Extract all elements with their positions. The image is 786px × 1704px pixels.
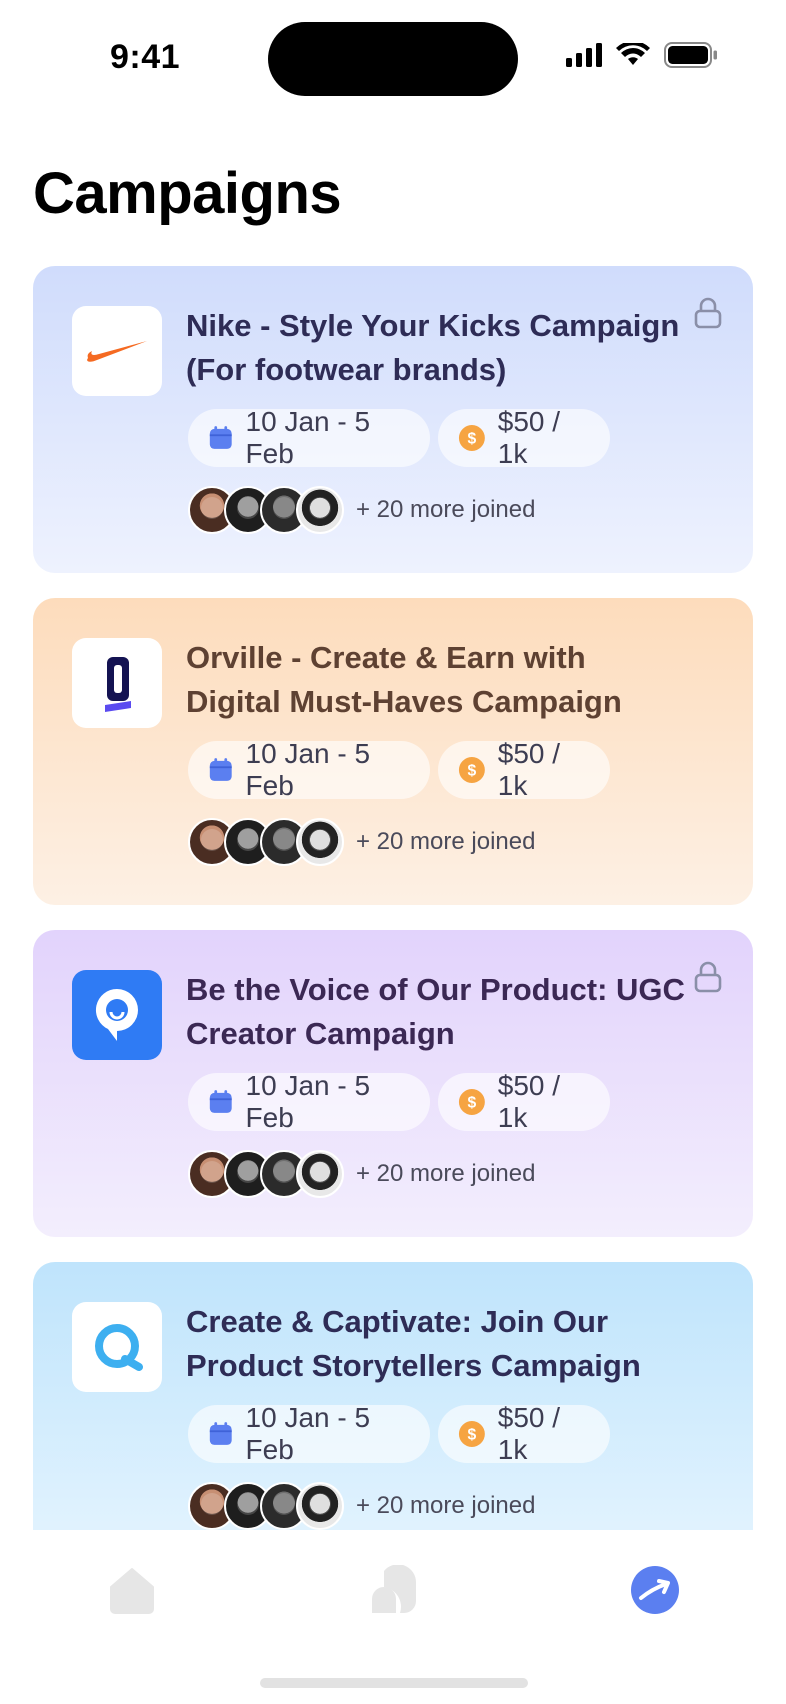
- lock-icon: [694, 961, 722, 993]
- svg-text:$: $: [468, 431, 477, 448]
- campaign-title: Orville - Create & Earn with Digital Mus…: [186, 640, 622, 719]
- chat-icon[interactable]: [368, 1565, 418, 1615]
- avatar: [296, 1482, 344, 1530]
- campaign-title: Nike - Style Your Kicks Campaign (For fo…: [186, 308, 680, 387]
- q-logo: [72, 1302, 162, 1392]
- price-rate: $50 / 1k: [497, 738, 561, 801]
- campaign-title: Be the Voice of Our Product: UGC Creator…: [186, 972, 685, 1051]
- price-pill: $ $50 / 1k: [438, 406, 610, 469]
- date-range: 10 Jan - 5 Feb: [245, 1070, 371, 1133]
- wifi-icon: [616, 43, 650, 65]
- date-range: 10 Jan - 5 Feb: [245, 1402, 371, 1465]
- date-range: 10 Jan - 5 Feb: [245, 406, 371, 469]
- date-range: 10 Jan - 5 Feb: [245, 738, 371, 801]
- joined-avatars: + 20 more joined: [188, 818, 535, 866]
- campaign-title: Create & Captivate: Join Our Product Sto…: [186, 1304, 641, 1383]
- page-title: Campaigns: [33, 161, 342, 226]
- joined-count: + 20 more joined: [356, 496, 536, 523]
- joined-count: + 20 more joined: [356, 1160, 536, 1187]
- campaigns-icon[interactable]: [630, 1565, 680, 1615]
- joined-count: + 20 more joined: [356, 1492, 536, 1519]
- nike-logo: [72, 306, 162, 396]
- svg-text:$: $: [468, 763, 477, 780]
- date-pill: 10 Jan - 5 Feb: [188, 1070, 430, 1133]
- price-rate: $50 / 1k: [497, 1402, 561, 1465]
- joined-count: + 20 more joined: [356, 828, 536, 855]
- calendar-icon: [209, 1422, 232, 1445]
- status-icons: [566, 42, 718, 68]
- home-indicator: [260, 1678, 528, 1688]
- campaign-card[interactable]: Nike - Style Your Kicks Campaign (For fo…: [33, 266, 753, 573]
- date-pill: 10 Jan - 5 Feb: [188, 738, 430, 801]
- calendar-icon: [209, 1090, 232, 1113]
- campaign-card[interactable]: Orville - Create & Earn with Digital Mus…: [33, 598, 753, 905]
- status-time: 9:41: [110, 38, 181, 76]
- date-pill: 10 Jan - 5 Feb: [188, 1402, 430, 1465]
- coin-icon: $: [458, 1089, 485, 1115]
- coin-icon: $: [458, 757, 485, 783]
- joined-avatars: + 20 more joined: [188, 1482, 535, 1530]
- dynamic-island: [268, 22, 518, 96]
- home-icon[interactable]: [107, 1565, 157, 1615]
- price-rate: $50 / 1k: [497, 1070, 561, 1133]
- campaign-card[interactable]: Be the Voice of Our Product: UGC Creator…: [33, 930, 753, 1237]
- price-pill: $ $50 / 1k: [438, 738, 610, 801]
- price-rate: $50 / 1k: [497, 406, 561, 469]
- price-pill: $ $50 / 1k: [438, 1070, 610, 1133]
- svg-text:$: $: [468, 1095, 477, 1112]
- battery-icon: [664, 42, 717, 68]
- coin-icon: $: [458, 1421, 485, 1447]
- joined-avatars: + 20 more joined: [188, 486, 535, 534]
- calendar-icon: [209, 426, 232, 449]
- orville-logo: [72, 638, 162, 728]
- svg-text:$: $: [468, 1427, 477, 1444]
- campaign-card[interactable]: Create & Captivate: Join Our Product Sto…: [33, 1262, 753, 1542]
- coin-icon: $: [458, 425, 485, 451]
- tab-bar: [0, 1530, 786, 1704]
- cellular-signal-icon: [566, 43, 602, 67]
- avatar: [296, 486, 344, 534]
- lock-icon: [694, 297, 722, 329]
- price-pill: $ $50 / 1k: [438, 1402, 610, 1465]
- calendar-icon: [209, 758, 232, 781]
- avatar: [296, 1150, 344, 1198]
- avatar: [296, 818, 344, 866]
- date-pill: 10 Jan - 5 Feb: [188, 406, 430, 469]
- joined-avatars: + 20 more joined: [188, 1150, 535, 1198]
- chat-bubble-logo: [72, 970, 162, 1060]
- status-bar: 9:41: [0, 0, 786, 110]
